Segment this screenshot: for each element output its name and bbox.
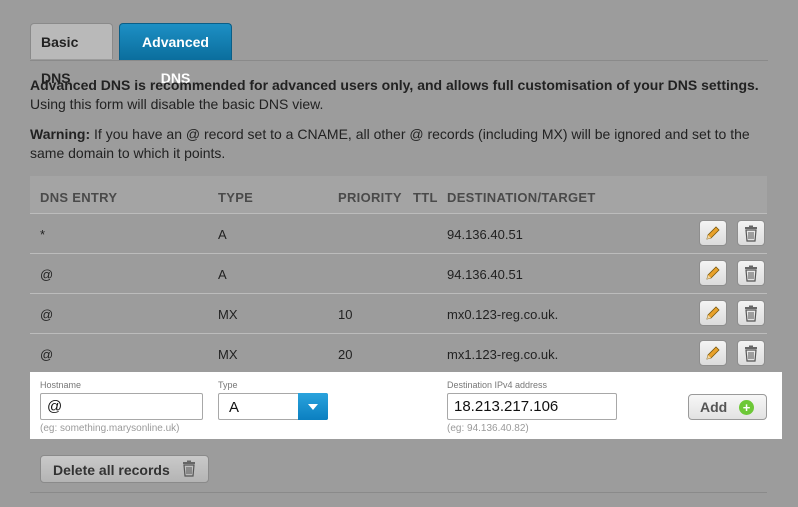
delete-button[interactable] [737,340,765,366]
warning-label: Warning: [30,126,91,142]
pencil-icon [706,226,720,240]
tab-divider [30,60,768,61]
cell-priority: 10 [338,307,353,322]
table-row: @ MX 20 mx1.123-reg.co.uk. [30,333,767,373]
trash-icon [745,305,757,322]
plus-circle-icon: + [739,400,754,415]
cell-entry: @ [40,267,54,282]
delete-button[interactable] [737,300,765,326]
cell-entry: @ [40,307,54,322]
edit-button[interactable] [699,340,727,366]
chevron-down-icon [298,393,328,420]
add-record-button[interactable]: Add + [688,394,767,420]
cell-entry: @ [40,347,54,362]
type-label: Type [218,380,238,390]
delete-all-label: Delete all records [53,462,170,478]
pencil-icon [706,266,720,280]
edit-button[interactable] [699,260,727,286]
intro-note: Using this form will disable the basic D… [30,96,324,112]
pencil-icon [706,346,720,360]
pencil-icon [706,306,720,320]
cell-destination: 94.136.40.51 [447,267,523,282]
cell-type: MX [218,347,238,362]
header-dns-entry: DNS ENTRY [40,190,118,205]
cell-type: MX [218,307,238,322]
cell-destination: mx0.123-reg.co.uk. [447,307,559,322]
cell-entry: * [40,227,46,242]
cell-destination: 94.136.40.51 [447,227,523,242]
hostname-input[interactable] [40,393,203,420]
bottom-divider [30,492,767,493]
warning-body: If you have an @ record set to a CNAME, … [30,126,750,161]
destination-label: Destination IPv4 address [447,380,548,390]
add-button-label: Add [700,399,728,415]
type-select-value: A [229,399,240,416]
warning-text: Warning: If you have an @ record set to … [30,125,770,163]
trash-icon [745,345,757,362]
header-destination: DESTINATION/TARGET [447,190,596,205]
delete-button[interactable] [737,220,765,246]
table-header: DNS ENTRY TYPE PRIORITY TTL DESTINATION/… [30,176,767,213]
cell-destination: mx1.123-reg.co.uk. [447,347,559,362]
header-type: TYPE [218,190,254,205]
edit-button[interactable] [699,300,727,326]
cell-type: A [218,227,227,242]
table-row: * A 94.136.40.51 [30,213,767,253]
trash-icon [181,460,197,480]
table-row: @ MX 10 mx0.123-reg.co.uk. [30,293,767,333]
type-select[interactable]: A [218,393,328,420]
trash-icon [745,265,757,282]
tab-advanced-dns[interactable]: Advanced DNS [119,23,232,86]
intro-bold: Advanced DNS is recommended for advanced… [30,77,759,93]
hostname-label: Hostname [40,380,82,390]
edit-button[interactable] [699,220,727,246]
tab-basic-dns[interactable]: Basic DNS [30,23,113,86]
header-priority: PRIORITY [338,190,402,205]
dns-records-table: DNS ENTRY TYPE PRIORITY TTL DESTINATION/… [30,176,767,373]
intro-text: Advanced DNS is recommended for advanced… [30,76,770,114]
cell-type: A [218,267,227,282]
delete-all-records-button[interactable]: Delete all records [40,455,209,483]
cell-priority: 20 [338,347,353,362]
delete-button[interactable] [737,260,765,286]
header-ttl: TTL [413,190,438,205]
trash-icon [745,225,757,242]
hostname-hint: (eg: something.marysonline.uk) [40,423,180,434]
add-record-panel: Hostname (eg: something.marysonline.uk) … [30,372,782,439]
table-row: @ A 94.136.40.51 [30,253,767,293]
destination-hint: (eg: 94.136.40.82) [447,423,529,434]
destination-input[interactable] [447,393,617,420]
